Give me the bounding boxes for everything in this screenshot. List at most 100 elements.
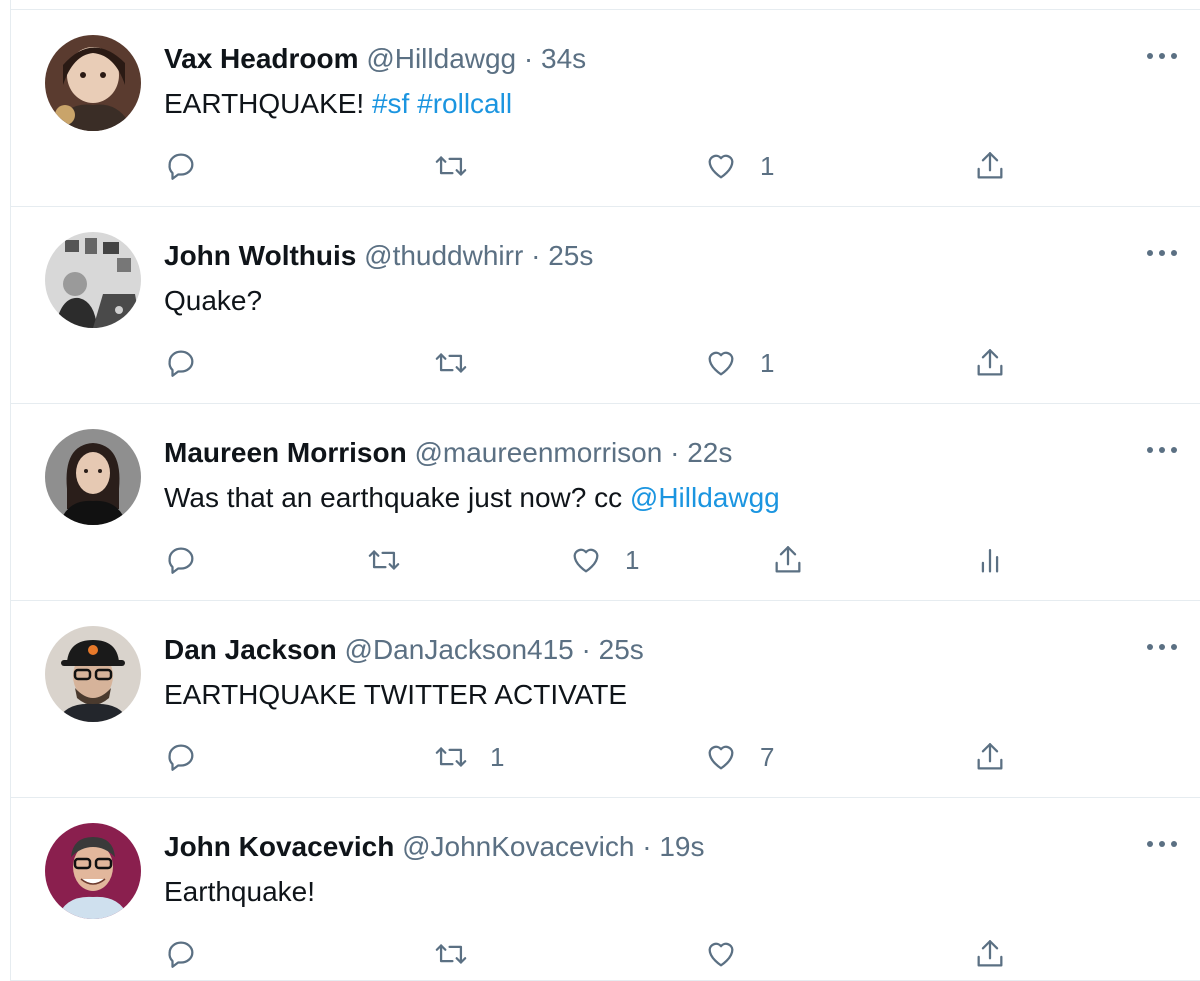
reply-button[interactable] <box>164 934 198 974</box>
avatar[interactable] <box>45 823 141 919</box>
share-button[interactable] <box>973 146 1007 186</box>
more-icon <box>1147 53 1177 59</box>
author-handle[interactable]: @Hilldawgg <box>366 43 516 74</box>
retweet-button[interactable]: 1 <box>434 737 504 777</box>
tweet[interactable]: John Wolthuis @thuddwhirr · 25s Quake? 1 <box>11 207 1200 404</box>
tweet-text-plain: EARTHQUAKE TWITTER ACTIVATE <box>164 679 628 710</box>
timeline-feed: Vax Headroom @Hilldawgg · 34s EARTHQUAKE… <box>10 0 1200 981</box>
retweet-icon <box>435 747 467 767</box>
reply-icon <box>168 744 194 771</box>
author-handle[interactable]: @DanJackson415 <box>345 634 574 665</box>
like-button[interactable]: 1 <box>704 146 774 186</box>
analytics-icon <box>981 548 999 573</box>
like-button[interactable]: 7 <box>704 737 774 777</box>
author-handle[interactable]: @JohnKovacevich <box>402 831 634 862</box>
heart-icon <box>708 942 734 967</box>
tweet-text: Was that an earthquake just now? cc @Hil… <box>164 480 780 516</box>
more-icon <box>1147 841 1177 847</box>
hashtag-link[interactable]: #sf <box>372 88 409 119</box>
reply-icon <box>168 153 194 180</box>
more-options-button[interactable] <box>1142 832 1182 856</box>
hashtag-link[interactable]: #rollcall <box>409 88 512 119</box>
analytics-button[interactable] <box>973 540 1007 580</box>
tweet-header: John Wolthuis @thuddwhirr · 25s <box>164 239 593 273</box>
mention-link[interactable]: @Hilldawgg <box>630 482 780 513</box>
author-handle[interactable]: @thuddwhirr <box>364 240 523 271</box>
separator: · <box>581 634 591 665</box>
like-count: 1 <box>760 150 775 181</box>
tweet-text-plain: Earthquake! <box>164 876 315 907</box>
heart-icon <box>708 745 734 770</box>
reply-icon <box>168 350 194 377</box>
action-bar: 1 7 <box>11 737 1200 777</box>
share-button[interactable] <box>771 540 805 580</box>
author-handle[interactable]: @maureenmorrison <box>414 437 662 468</box>
avatar[interactable] <box>45 35 141 131</box>
share-icon <box>977 743 1003 770</box>
heart-icon <box>708 351 734 376</box>
more-options-button[interactable] <box>1142 241 1182 265</box>
reply-button[interactable] <box>164 146 198 186</box>
heart-icon <box>708 154 734 179</box>
like-count: 1 <box>760 347 775 378</box>
timestamp[interactable]: 22s <box>687 437 732 468</box>
tweet-header: Maureen Morrison @maureenmorrison · 22s <box>164 436 732 470</box>
retweet-count: 1 <box>490 741 505 772</box>
more-options-button[interactable] <box>1142 438 1182 462</box>
reply-button[interactable] <box>164 540 198 580</box>
share-icon <box>775 546 801 573</box>
share-button[interactable] <box>973 934 1007 974</box>
action-bar: 1 <box>11 540 1200 580</box>
avatar[interactable] <box>45 232 141 328</box>
tweet-header: Vax Headroom @Hilldawgg · 34s <box>164 42 586 76</box>
share-button[interactable] <box>973 737 1007 777</box>
tweet[interactable]: Dan Jackson @DanJackson415 · 25s EARTHQU… <box>11 601 1200 798</box>
reply-icon <box>168 941 194 968</box>
like-button[interactable]: 1 <box>704 343 774 383</box>
avatar[interactable] <box>45 429 141 525</box>
retweet-button[interactable] <box>434 343 490 383</box>
tweet[interactable]: Maureen Morrison @maureenmorrison · 22s … <box>11 404 1200 601</box>
separator: · <box>523 43 534 74</box>
timestamp[interactable]: 25s <box>599 634 644 665</box>
timestamp[interactable]: 25s <box>548 240 593 271</box>
author-name[interactable]: John Wolthuis <box>164 240 356 271</box>
like-button[interactable]: 1 <box>569 540 639 580</box>
separator: · <box>642 831 652 862</box>
more-options-button[interactable] <box>1142 44 1182 68</box>
author-name[interactable]: Maureen Morrison <box>164 437 407 468</box>
action-bar: 1 <box>11 343 1200 383</box>
timestamp[interactable]: 34s <box>541 43 586 74</box>
tweet-text: Quake? <box>164 283 262 319</box>
tweet[interactable]: John Kovacevich @JohnKovacevich · 19s Ea… <box>11 798 1200 981</box>
timestamp[interactable]: 19s <box>659 831 704 862</box>
tweet[interactable]: Vax Headroom @Hilldawgg · 34s EARTHQUAKE… <box>11 10 1200 207</box>
share-icon <box>977 152 1003 179</box>
author-name[interactable]: John Kovacevich <box>164 831 394 862</box>
tweet-text: EARTHQUAKE! #sf #rollcall <box>164 86 512 122</box>
retweet-icon <box>435 156 467 176</box>
reply-button[interactable] <box>164 737 198 777</box>
avatar[interactable] <box>45 626 141 722</box>
retweet-icon <box>435 353 467 373</box>
action-bar <box>11 934 1200 974</box>
more-icon <box>1147 250 1177 256</box>
reply-button[interactable] <box>164 343 198 383</box>
heart-icon <box>573 548 599 573</box>
separator: · <box>531 240 541 271</box>
author-name[interactable]: Vax Headroom <box>164 43 359 74</box>
retweet-button[interactable] <box>434 934 490 974</box>
like-button[interactable] <box>704 934 760 974</box>
more-options-button[interactable] <box>1142 635 1182 659</box>
tweet-header: Dan Jackson @DanJackson415 · 25s <box>164 633 644 667</box>
author-name[interactable]: Dan Jackson <box>164 634 337 665</box>
tweet-text-plain: EARTHQUAKE! <box>164 88 372 119</box>
retweet-button[interactable] <box>367 540 423 580</box>
tweet-header: John Kovacevich @JohnKovacevich · 19s <box>164 830 704 864</box>
tweet-text-plain: Quake? <box>164 285 263 316</box>
share-icon <box>977 349 1003 376</box>
retweet-button[interactable] <box>434 146 490 186</box>
share-button[interactable] <box>973 343 1007 383</box>
tweet-text-plain: Was that an earthquake just now? cc <box>164 482 630 513</box>
retweet-icon <box>435 944 467 964</box>
